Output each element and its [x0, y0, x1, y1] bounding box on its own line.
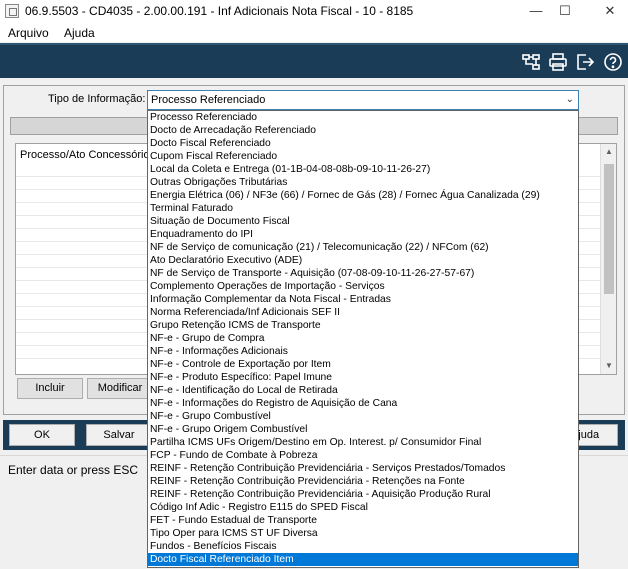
- dropdown-option[interactable]: Código Inf Adic - Registro E115 do SPED …: [148, 501, 578, 514]
- dropdown-option[interactable]: Docto de Arrecadação Referenciado: [148, 124, 578, 137]
- dropdown-option[interactable]: Partilha ICMS UFs Origem/Destino em Op. …: [148, 436, 578, 449]
- close-button[interactable]: ✕: [587, 0, 628, 22]
- dropdown-option[interactable]: FCP - Fundo de Combate à Pobreza: [148, 449, 578, 462]
- dropdown-option[interactable]: Informação Complementar da Nota Fiscal -…: [148, 293, 578, 306]
- dropdown-option[interactable]: NF-e - Informações do Registro de Aquisi…: [148, 397, 578, 410]
- dropdown-option[interactable]: NF-e - Grupo de Compra: [148, 332, 578, 345]
- grid-column-header: Processo/Ato Concessório: [20, 149, 150, 161]
- window-title: 06.9.5503 - CD4035 - 2.00.00.191 - Inf A…: [25, 4, 414, 18]
- toolbar: [0, 43, 628, 78]
- menu-arquivo[interactable]: Arquivo: [8, 26, 49, 40]
- tipo-informacao-label: Tipo de Informação:: [48, 93, 146, 105]
- dropdown-option[interactable]: NF de Serviço de Transporte - Aquisição …: [148, 267, 578, 280]
- dropdown-option[interactable]: Cupom Fiscal Referenciado: [148, 150, 578, 163]
- dropdown-option[interactable]: FET - Fundo Estadual de Transporte: [148, 514, 578, 527]
- maximize-button[interactable]: ☐: [542, 0, 588, 22]
- dropdown-option[interactable]: NF-e - Grupo Origem Combustível: [148, 423, 578, 436]
- dropdown-option[interactable]: Fundos - Benefícios Fiscais: [148, 540, 578, 553]
- scroll-down-icon[interactable]: ▼: [601, 358, 617, 374]
- exit-icon[interactable]: [575, 52, 595, 72]
- grid-scrollbar[interactable]: ▲ ▼: [600, 144, 616, 374]
- scroll-up-icon[interactable]: ▲: [601, 144, 617, 160]
- dropdown-option[interactable]: Docto Fiscal Referenciado Item: [148, 553, 578, 566]
- app-icon: [5, 4, 19, 18]
- dropdown-option[interactable]: Norma Referenciada/Inf Adicionais SEF II: [148, 306, 578, 319]
- combo-value: Processo Referenciado: [151, 94, 266, 106]
- menu-ajuda[interactable]: Ajuda: [64, 26, 95, 40]
- dropdown-option[interactable]: NF de Serviço de comunicação (21) / Tele…: [148, 241, 578, 254]
- dropdown-option[interactable]: REINF - Retenção Contribuição Previdenci…: [148, 488, 578, 501]
- dropdown-option[interactable]: NF-e - Produto Específico: Papel Imune: [148, 371, 578, 384]
- dropdown-option[interactable]: NF-e - Controle de Exportação por Item: [148, 358, 578, 371]
- dropdown-option[interactable]: Ato Declaratório Executivo (ADE): [148, 254, 578, 267]
- tree-structure-icon[interactable]: [521, 52, 541, 72]
- dropdown-option[interactable]: Docto Fiscal Referenciado: [148, 137, 578, 150]
- dropdown-option[interactable]: Local da Coleta e Entrega (01-1B-04-08-0…: [148, 163, 578, 176]
- scroll-thumb[interactable]: [604, 164, 614, 294]
- tipo-informacao-dropdown-list[interactable]: Processo Referenciado Docto de Arrecadaçã…: [147, 110, 579, 568]
- dropdown-option[interactable]: Situação de Documento Fiscal: [148, 215, 578, 228]
- help-icon[interactable]: [603, 52, 623, 72]
- dropdown-option[interactable]: Enquadramento do IPI: [148, 228, 578, 241]
- tipo-informacao-combo[interactable]: Processo Referenciado ⌄: [147, 90, 579, 110]
- dropdown-option[interactable]: Tipo Oper para ICMS ST UF Diversa: [148, 527, 578, 540]
- title-bar: 06.9.5503 - CD4035 - 2.00.00.191 - Inf A…: [0, 0, 628, 22]
- dropdown-option[interactable]: REINF - Retenção Contribuição Previdenci…: [148, 462, 578, 475]
- status-text: Enter data or press ESC: [8, 463, 139, 477]
- dropdown-option[interactable]: NF-e - Informações Adicionais: [148, 345, 578, 358]
- dropdown-option[interactable]: Grupo Retenção ICMS de Transporte: [148, 319, 578, 332]
- dropdown-option[interactable]: Terminal Faturado: [148, 202, 578, 215]
- ok-button[interactable]: OK: [9, 424, 75, 446]
- dropdown-option[interactable]: Outras Obrigações Tributárias: [148, 176, 578, 189]
- menu-bar: Arquivo Ajuda: [0, 22, 628, 42]
- printer-icon[interactable]: [548, 52, 568, 72]
- dropdown-option[interactable]: Complemento Operações de Importação - Se…: [148, 280, 578, 293]
- dropdown-option[interactable]: NF-e - Grupo Combustível: [148, 410, 578, 423]
- dropdown-option[interactable]: Energia Elétrica (06) / NF3e (66) / Forn…: [148, 189, 578, 202]
- modificar-button[interactable]: Modificar: [87, 378, 153, 399]
- incluir-button[interactable]: Incluir: [17, 378, 83, 399]
- dropdown-option[interactable]: Processo Referenciado: [148, 111, 578, 124]
- chevron-down-icon[interactable]: ⌄: [566, 94, 574, 105]
- salvar-button[interactable]: Salvar: [86, 424, 152, 446]
- dropdown-option[interactable]: NF-e - Identificação do Local de Retirad…: [148, 384, 578, 397]
- dropdown-option[interactable]: REINF - Retenção Contribuição Previdenci…: [148, 475, 578, 488]
